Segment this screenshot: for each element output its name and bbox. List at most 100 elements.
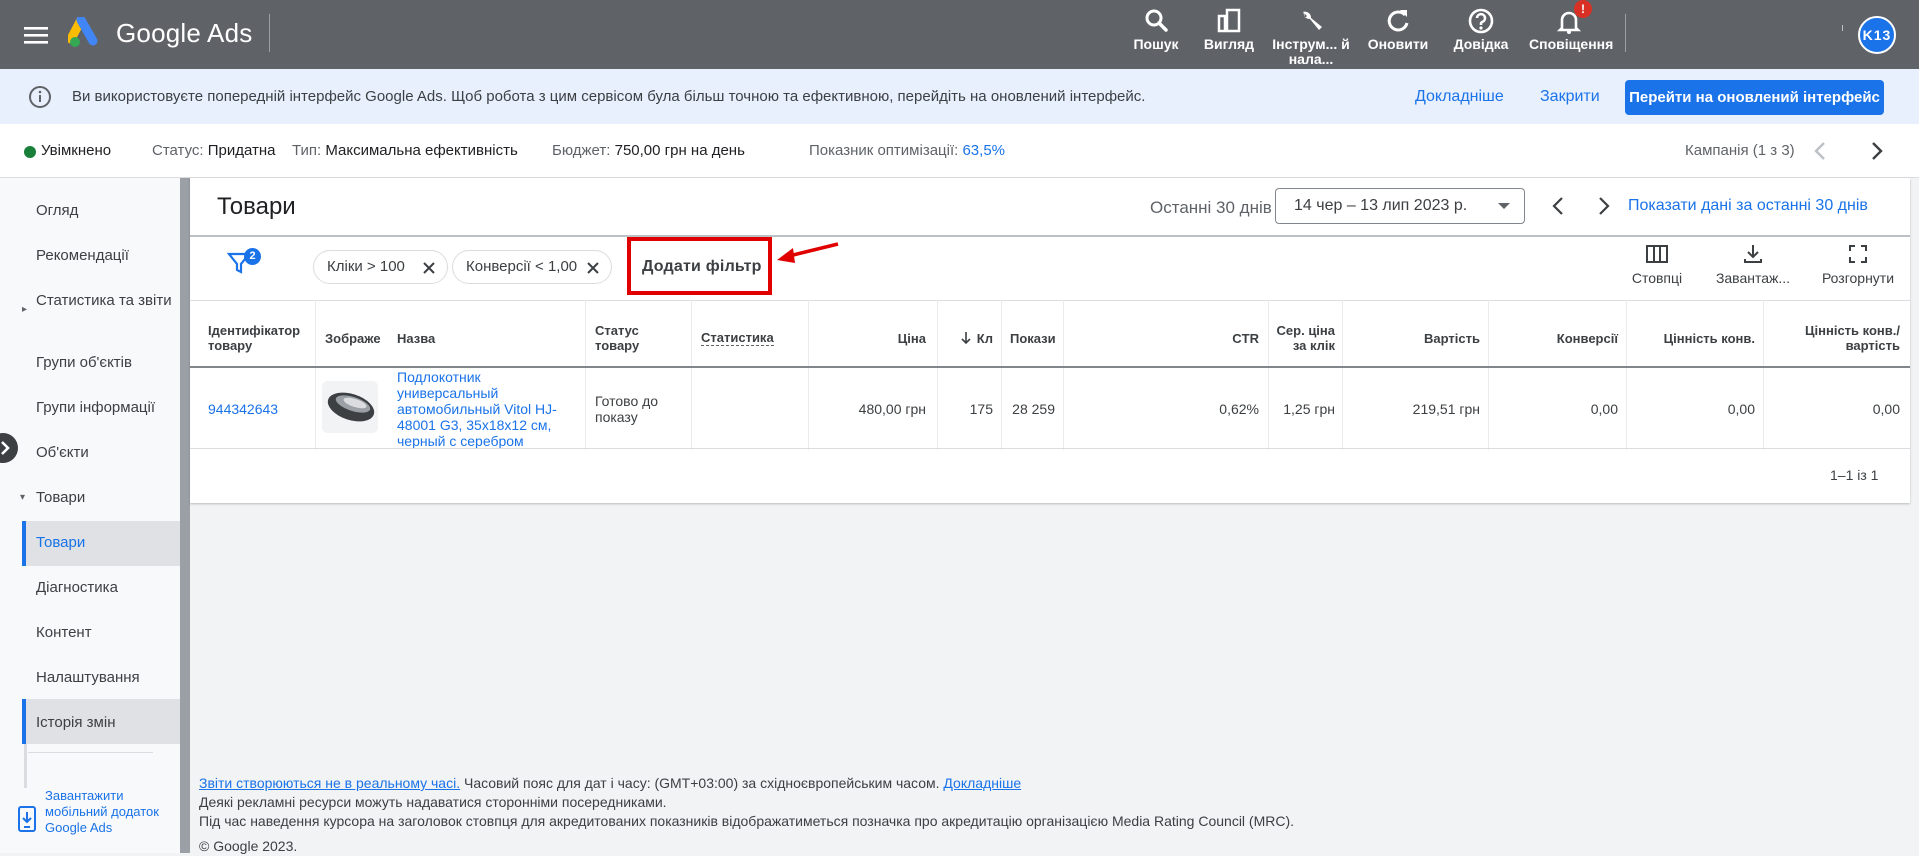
table-cell-conv-value: 0,00 — [1727, 401, 1755, 417]
column-header-conv-value-cost[interactable]: Цінність конв./ вартість — [1773, 308, 1900, 368]
filter-chip-clicks[interactable]: Кліки > 100 — [313, 250, 448, 284]
show-last-30-days-link[interactable]: Показати дані за останні 30 днів — [1628, 197, 1868, 215]
help-label: Довідка — [1453, 36, 1509, 52]
notification-badge: ! — [1574, 0, 1592, 18]
column-header-price[interactable]: Ціна — [818, 308, 926, 368]
next-campaign-icon[interactable] — [1863, 138, 1889, 164]
notifications-label: Сповіщення — [1529, 36, 1614, 52]
budget-label: Бюджет: — [552, 142, 611, 159]
sidebar-item-settings[interactable]: Налаштування — [36, 669, 176, 687]
tools-label: Інструм... й нала... — [1272, 36, 1350, 67]
columns-button[interactable]: Стовпці — [1607, 244, 1707, 286]
wrench-icon — [1303, 11, 1322, 30]
reports-not-realtime-link[interactable]: Звіти створюються не в реальному часі. — [199, 775, 460, 791]
table-cell-cost: 219,51 грн — [1412, 401, 1480, 417]
close-icon[interactable] — [586, 261, 600, 275]
column-separator — [315, 300, 316, 450]
menu-icon[interactable] — [22, 22, 50, 48]
date-range-picker[interactable]: 14 чер – 13 лип 2023 р. — [1275, 188, 1525, 224]
table-cell-product-id: 944342643 — [208, 368, 308, 450]
help-button[interactable]: Довідка — [1441, 6, 1521, 52]
column-separator — [1268, 300, 1269, 450]
sidebar-item-change-history[interactable]: Історія змін — [36, 714, 176, 732]
expand-caret-icon[interactable]: ▸ — [22, 304, 27, 315]
enabled-status-dot-icon — [24, 146, 36, 158]
filter-chip-conversions[interactable]: Конверсії < 1,00 — [452, 250, 612, 284]
dropdown-arrow-icon — [1498, 203, 1510, 209]
notifications-button[interactable]: ! Сповіщення — [1529, 0, 1614, 52]
sidebar-item-info-groups[interactable]: Групи інформації — [36, 399, 176, 417]
column-header-impressions[interactable]: Покази — [1010, 308, 1060, 368]
column-header-statistics[interactable]: Статистика — [701, 308, 801, 368]
mobile-app-icon[interactable] — [18, 806, 36, 832]
column-separator — [1063, 300, 1064, 450]
sidebar-item-products-active[interactable]: Товари — [36, 534, 176, 552]
collapse-caret-icon[interactable]: ▾ — [20, 492, 25, 503]
column-header-conv-value[interactable]: Цінність конв. — [1636, 308, 1755, 368]
column-header-name[interactable]: Назва — [397, 308, 547, 368]
column-header-status[interactable]: Статус товару — [595, 308, 675, 368]
column-header-image[interactable]: Зображе — [325, 308, 383, 368]
score-value[interactable]: 63,5% — [962, 142, 1005, 159]
account-avatar[interactable]: K13 — [1858, 16, 1896, 54]
divider — [269, 14, 270, 52]
previous-campaign-icon[interactable] — [1808, 138, 1834, 164]
banner-learn-more-link[interactable]: Докладніше — [1415, 88, 1504, 106]
refresh-button[interactable]: Оновити — [1358, 6, 1438, 52]
tools-button[interactable]: Інструм... й нала... — [1271, 6, 1351, 67]
download-button[interactable]: Завантаж... — [1703, 244, 1803, 286]
search-button[interactable]: Пошук — [1116, 6, 1196, 52]
column-header-cost[interactable]: Вартість — [1352, 308, 1480, 368]
page-footer: Звіти створюються не в реальному часі. Ч… — [199, 774, 1899, 856]
help-icon — [1468, 8, 1494, 34]
legacy-ui-banner: Ви використовуєте попередній інтерфейс G… — [0, 69, 1919, 124]
budget-value: 750,00 грн на день — [614, 142, 745, 159]
status-label: Статус: — [152, 142, 204, 159]
sidebar-item-content[interactable]: Контент — [36, 624, 176, 642]
column-header-conversions[interactable]: Конверсії — [1498, 308, 1618, 368]
column-header-avg-cpc[interactable]: Сер. ціна за клік — [1273, 308, 1335, 368]
appearance-button[interactable]: Вигляд — [1189, 6, 1269, 52]
sidebar-item-overview[interactable]: Огляд — [36, 202, 176, 220]
column-header-clicks[interactable]: Кл — [947, 308, 993, 368]
footer-line-2: Деякі рекламні ресурси можуть надаватися… — [199, 794, 667, 810]
previous-period-icon[interactable] — [1546, 193, 1572, 219]
brand-name: Google Ads — [116, 18, 253, 48]
sidebar-scrollbar[interactable] — [180, 178, 190, 853]
next-period-icon[interactable] — [1590, 193, 1616, 219]
product-id-link[interactable]: 944342643 — [208, 401, 278, 417]
close-icon[interactable] — [422, 261, 436, 275]
table-cell-conv-value-cost: 0,00 — [1872, 401, 1900, 417]
products-table-card: Товари Останні 30 днів 14 чер – 13 лип 2… — [190, 178, 1910, 503]
expand-button[interactable]: Розгорнути — [1808, 244, 1908, 286]
expand-label: Розгорнути — [1821, 270, 1895, 286]
product-image[interactable] — [322, 381, 378, 433]
columns-icon — [1646, 245, 1668, 263]
column-separator — [937, 300, 938, 450]
divider — [28, 752, 153, 753]
collapse-sidebar-button[interactable] — [0, 433, 18, 463]
sidebar-item-recommendations[interactable]: Рекомендації — [36, 247, 176, 265]
sidebar-item-products-group[interactable]: Товари — [36, 489, 176, 507]
optimization-score: Показник оптимізації: 63,5% — [809, 142, 1005, 159]
banner-close-link[interactable]: Закрити — [1540, 88, 1600, 106]
product-name-link[interactable]: Подлокотник универсальный автомобильный … — [397, 369, 577, 449]
google-ads-logo-icon[interactable] — [68, 17, 104, 49]
enabled-status[interactable]: Увімкнено — [41, 142, 111, 159]
switch-to-new-ui-button[interactable]: Перейти на оновлений інтерфейс — [1625, 80, 1884, 115]
download-mobile-app-link[interactable]: Завантажити мобільний додаток Google Ads — [45, 788, 165, 836]
filter-chip-label: Кліки > 100 — [327, 258, 405, 275]
search-icon — [1145, 9, 1168, 32]
column-header-ctr[interactable]: CTR — [1073, 308, 1259, 368]
footer-learn-more-link[interactable]: Докладніше — [943, 775, 1021, 791]
sidebar-item-assets[interactable]: Об'єкти — [36, 444, 176, 462]
sort-descending-icon — [961, 332, 971, 345]
copyright: © Google 2023. — [199, 838, 298, 854]
add-filter-button[interactable]: Додати фільтр — [642, 258, 762, 276]
banner-message: Ви використовуєте попередній інтерфейс G… — [72, 88, 1146, 105]
status-value: Придатна — [207, 142, 276, 159]
sidebar-item-diagnostics[interactable]: Діагностика — [36, 579, 176, 597]
sidebar-item-statistics-reports[interactable]: Статистика та звіти — [36, 292, 176, 310]
column-header-product-id[interactable]: Ідентифікатор товару — [208, 308, 308, 368]
sidebar-item-asset-groups[interactable]: Групи об'єктів — [36, 354, 176, 372]
